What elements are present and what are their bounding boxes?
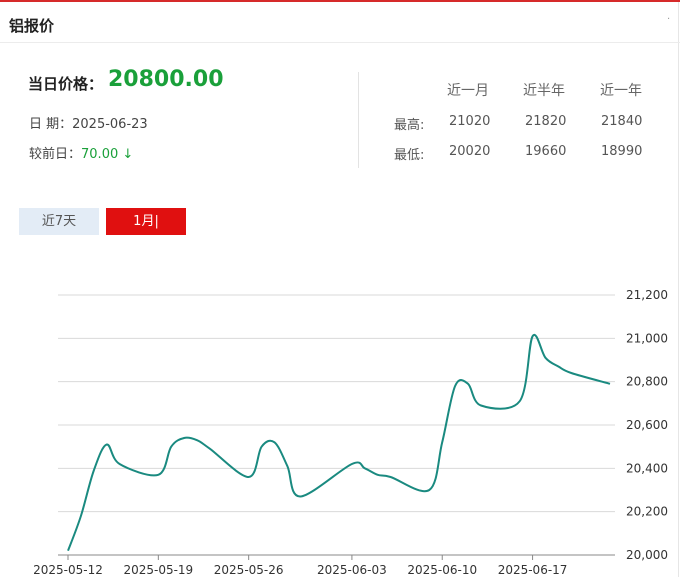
data-point [544,357,546,359]
x-tick-label: 2025-06-03 [317,563,387,577]
y-tick-label: 20,200 [626,505,668,519]
date-value: 2025-06-23 [72,117,148,132]
data-point [106,444,108,446]
date-row: 日 期：2025-06-23 [29,113,148,132]
date-label: 日 期： [29,117,73,132]
data-point [609,383,611,385]
x-tick-label: 2025-05-19 [123,563,193,577]
data-point [286,465,288,467]
stats-low-label: 最低: [394,148,425,163]
panel-header: 铝报价 · [0,2,680,43]
change-label: 较前日： [29,147,82,162]
change-row: 较前日：70.00 ↓ [29,143,133,162]
tab-1-month[interactable]: 1月| [106,208,186,235]
price-label: 当日价格： [28,75,104,93]
data-point [183,437,185,439]
data-point [377,474,379,476]
data-point [248,476,250,478]
data-point [454,385,456,387]
panel-title: 铝报价 [9,17,55,35]
data-point [273,441,275,443]
header-dot: · [667,14,671,25]
y-tick-label: 21,000 [626,331,668,345]
y-tick-label: 21,200 [626,288,668,302]
stats-header-halfyear: 近半年 [523,83,565,99]
data-point [441,441,443,443]
stats-header-year: 近一年 [600,83,642,99]
data-point [261,446,263,448]
data-point [532,335,534,337]
stats-high-halfyear: 21820 [525,114,567,129]
data-point [364,467,366,469]
change-value: 70.00 ↓ [81,147,134,162]
data-point [93,470,95,472]
data-point [80,515,82,517]
y-tick-label: 20,600 [626,418,668,432]
x-tick-label: 2025-05-26 [214,563,284,577]
stats-low-halfyear: 19660 [525,144,567,159]
stats-low-month: 20020 [449,144,491,159]
data-point [467,383,469,385]
data-point [157,474,159,476]
data-point [480,405,482,407]
y-tick-label: 20,000 [626,548,668,562]
stats-high-year: 21840 [601,114,643,129]
stats-low-year: 18990 [601,144,643,159]
x-tick-label: 2025-06-10 [407,563,477,577]
data-point [570,372,572,374]
stats-high-label: 最高: [394,118,425,133]
data-point [390,476,392,478]
y-tick-label: 20,400 [626,461,668,475]
price-line-chart: 20,000 20,200 20,400 20,600 20,800 21,000 21,2… [33,288,668,577]
data-point [67,550,69,552]
vertical-divider [358,72,359,168]
data-point [557,366,559,368]
data-point [428,489,430,491]
data-point [170,446,172,448]
data-point [119,463,121,465]
stats-header-month: 近一月 [447,83,489,99]
price-value: 20800.00 [108,67,224,92]
tab-7-days[interactable]: 近7天 [19,208,99,235]
price-series-line [67,333,611,552]
data-point [351,463,353,465]
stats-high-month: 21020 [449,114,491,129]
x-tick-label: 2025-05-12 [33,563,103,577]
data-point [299,496,301,498]
y-tick-label: 20,800 [626,375,668,389]
data-point [209,448,211,450]
x-tick-label: 2025-06-17 [498,563,568,577]
data-point [196,439,198,441]
data-point [519,400,521,402]
